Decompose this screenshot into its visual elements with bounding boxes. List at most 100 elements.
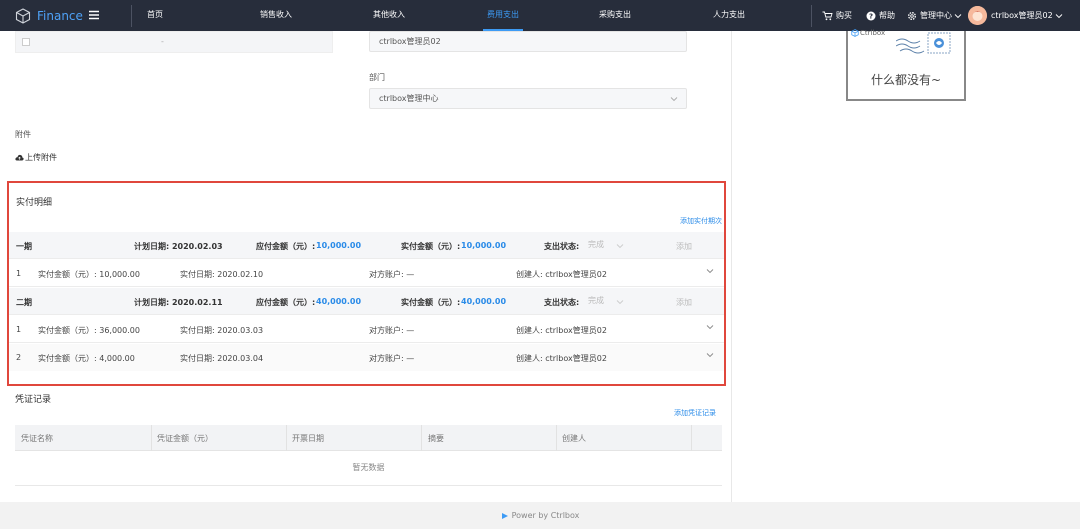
brand[interactable]: Finance — [15, 8, 83, 24]
nav-sales-income[interactable]: 销售收入 — [241, 0, 311, 31]
upload-attachment-button[interactable]: 上传附件 — [15, 152, 57, 163]
record-account: 对方账户: — — [369, 354, 415, 363]
column-header: 开票日期 — [292, 434, 324, 443]
record-account: 对方账户: — — [369, 326, 415, 335]
due-amount-label: 应付金额（元）: — [256, 242, 316, 251]
payment-record-row[interactable]: 1 实付金额（元）: 36,000.00 实付日期: 2020.03.03 对方… — [9, 316, 724, 343]
footer: Power by Ctrlbox — [0, 502, 1080, 529]
user-menu[interactable]: ctrlbox管理员02 — [968, 0, 1063, 31]
record-amount: 实付金额（元）: 10,000.00 — [38, 270, 140, 279]
status-select[interactable]: 完成 — [588, 294, 625, 308]
applicant-field[interactable]: ctrlbox管理员02 — [369, 31, 687, 52]
payment-record-row[interactable]: 2 实付金额（元）: 4,000.00 实付日期: 2020.03.04 对方账… — [9, 344, 724, 371]
period-row: 二期 计划日期: 2020.02.11 应付金额（元）: 40,000.00 实… — [9, 288, 724, 315]
ctrlbox-logo-icon — [501, 512, 508, 519]
top-navigation-bar: Finance 首页 销售收入 其他收入 费用支出 采购支出 人力支出 购买 ?… — [0, 0, 1080, 31]
period-row: 一期 计划日期: 2020.02.03 应付金额（元）: 10,000.00 实… — [9, 232, 724, 259]
record-date: 实付日期: 2020.02.10 — [180, 270, 264, 279]
cloud-upload-icon — [15, 154, 24, 161]
help-icon: ? — [866, 11, 876, 20]
record-amount: 实付金额（元）: 36,000.00 — [38, 326, 140, 335]
ctrlbox-brand: Ctrlbox — [860, 29, 886, 37]
column-header: 摘要 — [428, 434, 444, 443]
empty-text: 什么都没有~ — [870, 73, 942, 87]
nav-expense[interactable]: 费用支出 — [483, 0, 523, 31]
chevron-down-icon — [616, 244, 624, 249]
footer-text: Power by Ctrlbox — [511, 511, 580, 520]
column-divider — [286, 425, 287, 451]
record-date: 实付日期: 2020.03.04 — [180, 354, 264, 363]
status-value: 完成 — [588, 240, 604, 249]
empty-text: 暂无数据 — [352, 463, 385, 472]
record-index: 1 — [16, 269, 22, 278]
help-label: 帮助 — [879, 11, 895, 20]
nav-purchase[interactable]: 采购支出 — [580, 0, 650, 31]
dept-label: 部门 — [369, 73, 385, 82]
main-content: - ctrlbox管理员02 部门 ctrlbox管理中心 附件 上传附件 实付… — [0, 31, 730, 502]
payment-detail-panel: 实付明细 添加实付期次 一期 计划日期: 2020.02.03 应付金额（元）:… — [7, 181, 726, 386]
svg-text:?: ? — [869, 12, 873, 20]
period-name: 二期 — [16, 298, 32, 307]
chevron-down-icon — [616, 300, 624, 305]
due-amount-label: 应付金额（元）: — [256, 298, 316, 307]
status-label: 支出状态: — [544, 242, 580, 251]
attachment-label: 附件 — [15, 130, 31, 139]
chevron-down-icon — [1055, 13, 1063, 18]
buy-label: 购买 — [836, 11, 852, 20]
app-name: Finance — [37, 9, 83, 23]
status-label: 支出状态: — [544, 298, 580, 307]
nav-other-income[interactable]: 其他收入 — [354, 0, 424, 31]
plan-date: 计划日期: 2020.02.11 — [134, 298, 223, 307]
avatar — [968, 6, 987, 25]
right-sidebar: Ctrlbox 什么都没有~ — [731, 29, 1080, 502]
record-creator: 创建人: ctrlbox管理员02 — [516, 270, 607, 279]
add-record-button[interactable]: 添加 — [676, 241, 692, 252]
column-divider — [421, 425, 422, 451]
nav-hr[interactable]: 人力支出 — [694, 0, 764, 31]
period-name: 一期 — [16, 242, 32, 251]
dash-value: - — [161, 37, 164, 46]
postcard-stamp-icon — [896, 32, 951, 54]
gear-icon — [908, 11, 916, 20]
cube-logo-icon — [15, 8, 31, 24]
voucher-title: 凭证记录 — [15, 395, 52, 405]
paid-amount-label: 实付金额（元）: — [401, 298, 461, 307]
admin-center-label: 管理中心 — [920, 11, 952, 20]
user-name: ctrlbox管理员02 — [991, 11, 1053, 20]
status-value: 完成 — [588, 296, 604, 305]
column-header: 凭证名称 — [21, 434, 53, 443]
expand-chevron-icon[interactable] — [706, 324, 714, 330]
dept-select[interactable]: ctrlbox管理中心 — [369, 88, 687, 109]
nav-home[interactable]: 首页 — [120, 0, 190, 31]
voucher-empty-state: 暂无数据 — [15, 451, 722, 486]
ctrlbox-stamp: Ctrlbox — [851, 29, 885, 37]
paid-amount-label: 实付金额（元）: — [401, 242, 461, 251]
admin-center-menu[interactable]: 管理中心 — [907, 0, 962, 31]
add-record-button[interactable]: 添加 — [676, 297, 692, 308]
paid-amount-value: 40,000.00 — [461, 297, 507, 306]
help-button[interactable]: ? 帮助 — [866, 0, 895, 31]
divider — [811, 5, 812, 27]
payment-record-row[interactable]: 1 实付金额（元）: 10,000.00 实付日期: 2020.02.10 对方… — [9, 260, 724, 287]
column-divider — [556, 425, 557, 451]
due-amount-value: 10,000.00 — [316, 241, 362, 250]
readonly-field: - — [15, 31, 333, 53]
expand-chevron-icon[interactable] — [706, 352, 714, 358]
add-payment-period-link[interactable]: 添加实付期次 — [680, 216, 722, 226]
empty-illustration: Ctrlbox 什么都没有~ — [846, 29, 966, 101]
hamburger-menu-icon[interactable] — [88, 9, 100, 21]
add-voucher-link[interactable]: 添加凭证记录 — [674, 408, 716, 418]
status-select[interactable]: 完成 — [588, 238, 625, 252]
paid-amount-value: 10,000.00 — [461, 241, 507, 250]
column-divider — [151, 425, 152, 451]
expand-chevron-icon[interactable] — [706, 268, 714, 274]
record-amount: 实付金额（元）: 4,000.00 — [38, 354, 135, 363]
record-creator: 创建人: ctrlbox管理员02 — [516, 326, 607, 335]
buy-button[interactable]: 购买 — [822, 0, 852, 31]
record-index: 2 — [16, 353, 22, 362]
chevron-down-icon — [670, 97, 678, 102]
record-date: 实付日期: 2020.03.03 — [180, 326, 264, 335]
checkbox[interactable] — [22, 38, 30, 46]
record-creator: 创建人: ctrlbox管理员02 — [516, 354, 607, 363]
column-header: 创建人 — [562, 434, 586, 443]
